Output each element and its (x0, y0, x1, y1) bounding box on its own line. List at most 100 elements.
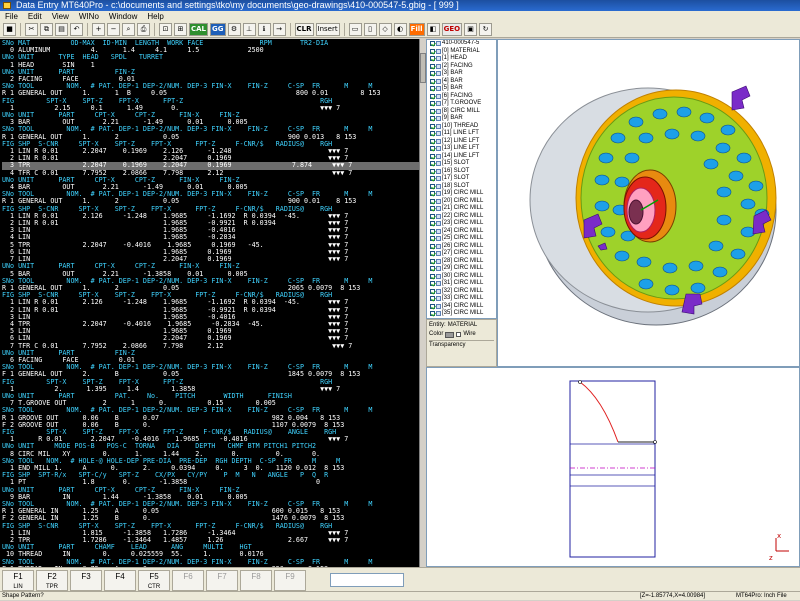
f1-key[interactable]: F1 LIN (2, 570, 34, 591)
f9-key[interactable]: F9 (274, 570, 306, 591)
visibility-checkbox[interactable] (430, 161, 435, 167)
visibility-checkbox[interactable] (430, 48, 435, 54)
tree-item[interactable]: [16] SLOT (427, 168, 496, 176)
zoom-in-icon[interactable]: + (92, 23, 105, 36)
f6-key[interactable]: F6 (172, 570, 204, 591)
f8-key[interactable]: F8 (240, 570, 272, 591)
program-scrollbar[interactable] (419, 39, 426, 567)
tree-item[interactable]: [29] CIRC MILL (427, 265, 496, 273)
menu-file[interactable]: File (0, 11, 23, 22)
visibility-checkbox[interactable] (430, 243, 435, 249)
tree-item[interactable]: [21] CIRC MILL (427, 205, 496, 213)
menu-window[interactable]: Window (104, 11, 142, 22)
menu-help[interactable]: Help (142, 11, 168, 22)
3d-model-view[interactable] (497, 39, 800, 367)
print-icon[interactable]: ⎙ (137, 23, 150, 36)
visibility-checkbox[interactable] (430, 56, 435, 62)
shade-icon[interactable]: ◐ (393, 23, 407, 36)
color-swatch[interactable] (445, 331, 455, 338)
tree-item[interactable]: [18] SLOT (427, 183, 496, 191)
tree-item[interactable]: [2] FACING (427, 63, 496, 71)
tree-item[interactable]: 410-000547-5 (427, 40, 496, 48)
tree-item[interactable]: [25] CIRC MILL (427, 235, 496, 243)
cut-icon[interactable]: ✂ (25, 23, 38, 36)
program-listing[interactable]: SNo MAT OD-MAX ID-MIN LENGTH WORK FACE R… (0, 39, 419, 567)
visibility-checkbox[interactable] (430, 146, 435, 152)
tree-item[interactable]: [28] CIRC MILL (427, 258, 496, 266)
f5-key[interactable]: F5 CTR (138, 570, 170, 591)
f2-key[interactable]: F2 TPR (36, 570, 68, 591)
cal-button[interactable]: CAL (189, 23, 209, 36)
tree-item[interactable]: [33] CIRC MILL (427, 295, 496, 303)
visibility-checkbox[interactable] (430, 93, 435, 99)
visibility-checkbox[interactable] (430, 281, 435, 287)
tree-item[interactable]: [10] THREAD (427, 123, 496, 131)
tree-item[interactable]: [24] CIRC MILL (427, 228, 496, 236)
gg-button[interactable]: GG (210, 23, 226, 36)
grid-icon[interactable]: ⊞ (174, 23, 187, 36)
copy-icon[interactable]: ⧉ (40, 23, 53, 36)
undo-icon[interactable]: ↶ (70, 23, 83, 36)
visibility-checkbox[interactable] (430, 41, 435, 47)
visibility-checkbox[interactable] (430, 138, 435, 144)
tree-item[interactable]: [12] LINE LFT (427, 138, 496, 146)
measure-icon[interactable]: ⊥ (242, 23, 256, 36)
tool-icon[interactable]: ⚙ (227, 23, 241, 36)
visibility-checkbox[interactable] (430, 78, 435, 84)
tree-item[interactable]: [32] CIRC MILL (427, 288, 496, 296)
tree-item[interactable]: [5] BAR (427, 85, 496, 93)
view-iso-icon[interactable]: ◇ (378, 23, 392, 36)
visibility-checkbox[interactable] (430, 71, 435, 77)
menu-wino[interactable]: WINo (74, 11, 104, 22)
tree-item[interactable]: [1] HEAD (427, 55, 496, 63)
visibility-checkbox[interactable] (430, 86, 435, 92)
visibility-checkbox[interactable] (430, 153, 435, 159)
tree-item[interactable]: [22] CIRC MILL (427, 213, 496, 221)
visibility-checkbox[interactable] (430, 101, 435, 107)
visibility-checkbox[interactable] (430, 63, 435, 69)
visibility-checkbox[interactable] (430, 191, 435, 197)
visibility-checkbox[interactable] (430, 303, 435, 309)
f3-key[interactable]: F3 (70, 570, 102, 591)
tree-item[interactable]: [31] CIRC MILL (427, 280, 496, 288)
tree-item[interactable]: [0] MATERIAL (427, 48, 496, 56)
menu-edit[interactable]: Edit (23, 11, 47, 22)
visibility-checkbox[interactable] (430, 288, 435, 294)
f4-key[interactable]: F4 (104, 570, 136, 591)
tree-item[interactable]: [30] CIRC MILL (427, 273, 496, 281)
tree-item[interactable]: [13] LINE LFT (427, 145, 496, 153)
tree-item[interactable]: [26] CIRC MILL (427, 243, 496, 251)
menu-view[interactable]: View (47, 11, 74, 22)
visibility-checkbox[interactable] (430, 273, 435, 279)
tree-item[interactable]: [23] CIRC MILL (427, 220, 496, 228)
visibility-checkbox[interactable] (430, 236, 435, 242)
visibility-checkbox[interactable] (430, 116, 435, 122)
visibility-checkbox[interactable] (430, 198, 435, 204)
tree-item[interactable]: [7] T.GROOVE (427, 100, 496, 108)
visibility-checkbox[interactable] (430, 258, 435, 264)
tree-item[interactable]: [3] BAR (427, 70, 496, 78)
tree-item[interactable]: [34] CIRC MILL (427, 303, 496, 311)
command-input[interactable] (330, 573, 404, 587)
window-icon[interactable]: ▣ (464, 23, 478, 36)
visibility-checkbox[interactable] (430, 266, 435, 272)
visibility-checkbox[interactable] (430, 168, 435, 174)
tree-item[interactable]: [9] BAR (427, 115, 496, 123)
tree-item[interactable]: [14] LINE LFT (427, 153, 496, 161)
tree-item[interactable]: [27] CIRC MILL (427, 250, 496, 258)
tree-item[interactable]: [15] SLOT (427, 160, 496, 168)
paste-icon[interactable]: ▤ (55, 23, 68, 36)
view-side-icon[interactable]: ▯ (363, 23, 377, 36)
tree-item[interactable]: [19] CIRC MILL (427, 190, 496, 198)
save-icon[interactable]: ■ (3, 23, 16, 36)
clr-button[interactable]: CLR (294, 23, 314, 36)
view-front-icon[interactable]: ▭ (348, 23, 362, 36)
visibility-checkbox[interactable] (430, 176, 435, 182)
fill-button[interactable]: Fill (408, 23, 425, 36)
visibility-checkbox[interactable] (430, 108, 435, 114)
unit-tree[interactable]: 410-000547-5 [0] MATERIAL [1] HEAD [2] FACI… (426, 39, 497, 319)
tree-item[interactable]: [11] LINE LFT (427, 130, 496, 138)
wire-checkbox[interactable] (456, 332, 462, 337)
visibility-checkbox[interactable] (430, 183, 435, 189)
tree-item[interactable]: [8] CIRC MILL (427, 108, 496, 116)
